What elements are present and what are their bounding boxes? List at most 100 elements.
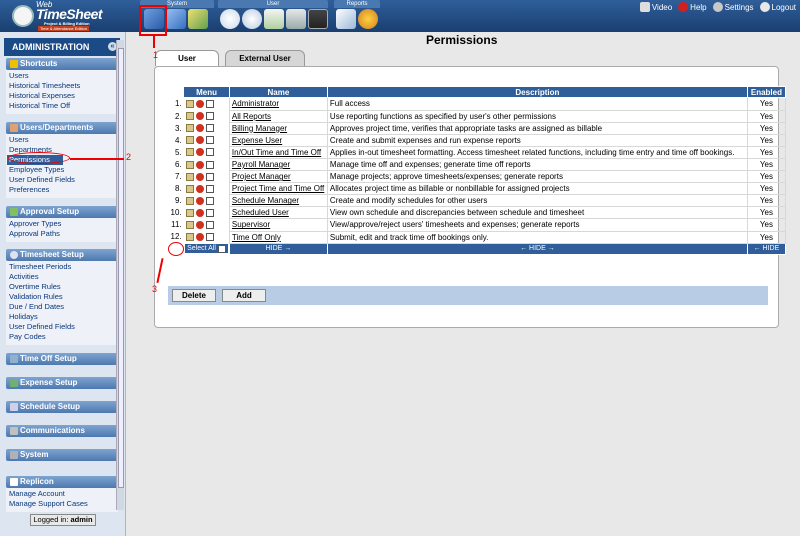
settings-link[interactable]: Settings (712, 2, 754, 12)
permission-name-link[interactable]: Scheduled User (228, 206, 328, 220)
delete-icon[interactable] (195, 233, 204, 242)
hide-name-button[interactable]: HIDE → (228, 242, 328, 255)
permission-name-link[interactable]: Payroll Manager (228, 157, 328, 172)
row-checkbox[interactable] (205, 136, 214, 145)
report-search-icon[interactable] (336, 9, 356, 29)
clock-icon[interactable] (220, 9, 240, 29)
add-button[interactable]: Add (222, 289, 266, 302)
tools-icon[interactable] (188, 9, 208, 29)
edit-icon[interactable] (185, 172, 194, 181)
sidebar-item-employee-types[interactable]: Employee Types (9, 165, 118, 175)
sidebar-item-user-defined-fields[interactable]: User Defined Fields (9, 322, 118, 332)
sidebar-item-historical-expenses[interactable]: Historical Expenses (9, 91, 118, 101)
section-header[interactable]: Schedule Setup (6, 401, 118, 413)
sidebar-item-overtime-rules[interactable]: Overtime Rules (9, 282, 118, 292)
edit-icon[interactable] (185, 100, 194, 109)
hide-description-button[interactable]: ← HIDE → (326, 242, 748, 255)
edit-icon[interactable] (185, 233, 194, 242)
section-header[interactable]: Timesheet Setup (6, 249, 118, 261)
edit-icon[interactable] (185, 148, 194, 157)
book-icon[interactable] (166, 9, 186, 29)
video-link[interactable]: Video (639, 2, 672, 12)
row-checkbox[interactable] (205, 208, 214, 217)
permission-name-link[interactable]: In/Out Time and Time Off (228, 145, 328, 159)
delete-icon[interactable] (195, 112, 204, 121)
delete-icon[interactable] (195, 100, 204, 109)
delete-icon[interactable] (195, 184, 204, 193)
section-header[interactable]: Approval Setup (6, 206, 118, 218)
tab-user[interactable]: User (155, 50, 219, 66)
traffic-light-icon[interactable] (308, 9, 328, 29)
sidebar-item-holidays[interactable]: Holidays (9, 312, 118, 322)
permission-name-link[interactable]: Billing Manager (228, 121, 328, 135)
delete-button[interactable]: Delete (172, 289, 216, 302)
sidebar-item-historical-time-off[interactable]: Historical Time Off (9, 101, 118, 111)
sidebar-item-manage-account[interactable]: Manage Account (9, 489, 118, 499)
permission-name-link[interactable]: Project Time and Time Off (228, 182, 328, 196)
permission-name-link[interactable]: Supervisor (228, 218, 328, 232)
row-checkbox[interactable] (205, 172, 214, 181)
report-gear-icon[interactable] (358, 9, 378, 29)
section-header[interactable]: System (6, 449, 118, 461)
row-checkbox[interactable] (205, 112, 214, 121)
sidebar-item-manage-support-cases[interactable]: Manage Support Cases (9, 499, 118, 509)
calculator-icon[interactable] (286, 9, 306, 29)
sidebar-item-activities[interactable]: Activities (9, 272, 118, 282)
delete-icon[interactable] (195, 160, 204, 169)
edit-icon[interactable] (185, 208, 194, 217)
app-logo[interactable]: Web TimeSheet Project & Billing Edition … (6, 0, 114, 31)
delete-icon[interactable] (195, 136, 204, 145)
sidebar-item-due-end-dates[interactable]: Due / End Dates (9, 302, 118, 312)
help-link[interactable]: Help (678, 2, 707, 12)
permission-name-link[interactable]: Time Off Only (228, 230, 328, 244)
sidebar-item-user-defined-fields[interactable]: User Defined Fields (9, 175, 118, 185)
row-checkbox[interactable] (205, 196, 214, 205)
row-checkbox[interactable] (205, 100, 214, 109)
sidebar-item-pay-codes[interactable]: Pay Codes (9, 332, 118, 342)
row-checkbox[interactable] (205, 220, 214, 229)
sidebar-item-validation-rules[interactable]: Validation Rules (9, 292, 118, 302)
delete-icon[interactable] (195, 148, 204, 157)
sidebar-scrollbar[interactable] (116, 40, 124, 510)
permission-name-link[interactable]: Expense User (228, 133, 328, 147)
delete-icon[interactable] (195, 220, 204, 229)
section-header[interactable]: Shortcuts (6, 58, 118, 70)
row-checkbox[interactable] (205, 160, 214, 169)
row-checkbox[interactable] (205, 184, 214, 193)
edit-icon[interactable] (185, 112, 194, 121)
money-icon[interactable] (242, 9, 262, 29)
calendar-icon[interactable] (264, 9, 284, 29)
permission-name-link[interactable]: Administrator (228, 97, 328, 111)
tab-external-user[interactable]: External User (225, 50, 305, 66)
sidebar-item-approver-types[interactable]: Approver Types (9, 219, 118, 229)
edit-icon[interactable] (185, 136, 194, 145)
sidebar-item-timesheet-periods[interactable]: Timesheet Periods (9, 262, 118, 272)
select-all[interactable]: Select All (184, 243, 229, 255)
scrollbar-thumb[interactable] (118, 48, 124, 488)
row-checkbox[interactable] (205, 124, 214, 133)
delete-icon[interactable] (195, 208, 204, 217)
edit-icon[interactable] (185, 220, 194, 229)
hide-enabled-button[interactable]: ← HIDE (746, 242, 786, 255)
edit-icon[interactable] (185, 124, 194, 133)
section-header[interactable]: Time Off Setup (6, 353, 118, 365)
sidebar-item-approval-paths[interactable]: Approval Paths (9, 229, 118, 239)
edit-icon[interactable] (185, 160, 194, 169)
sidebar-item-users[interactable]: Users (9, 135, 118, 145)
logout-link[interactable]: Logout (759, 2, 796, 12)
row-checkbox[interactable] (205, 148, 214, 157)
edit-icon[interactable] (185, 184, 194, 193)
section-header[interactable]: Expense Setup (6, 377, 118, 389)
sidebar-item-preferences[interactable]: Preferences (9, 185, 118, 195)
edit-icon[interactable] (185, 196, 194, 205)
permission-name-link[interactable]: Schedule Manager (228, 194, 328, 208)
select-all-checkbox[interactable] (217, 244, 226, 253)
sidebar-item-users[interactable]: Users (9, 71, 118, 81)
delete-icon[interactable] (195, 196, 204, 205)
permission-name-link[interactable]: All Reports (228, 109, 328, 123)
permission-name-link[interactable]: Project Manager (228, 170, 328, 184)
row-checkbox[interactable] (205, 233, 214, 242)
delete-icon[interactable] (195, 172, 204, 181)
section-header[interactable]: Users/Departments (6, 122, 118, 134)
delete-icon[interactable] (195, 124, 204, 133)
